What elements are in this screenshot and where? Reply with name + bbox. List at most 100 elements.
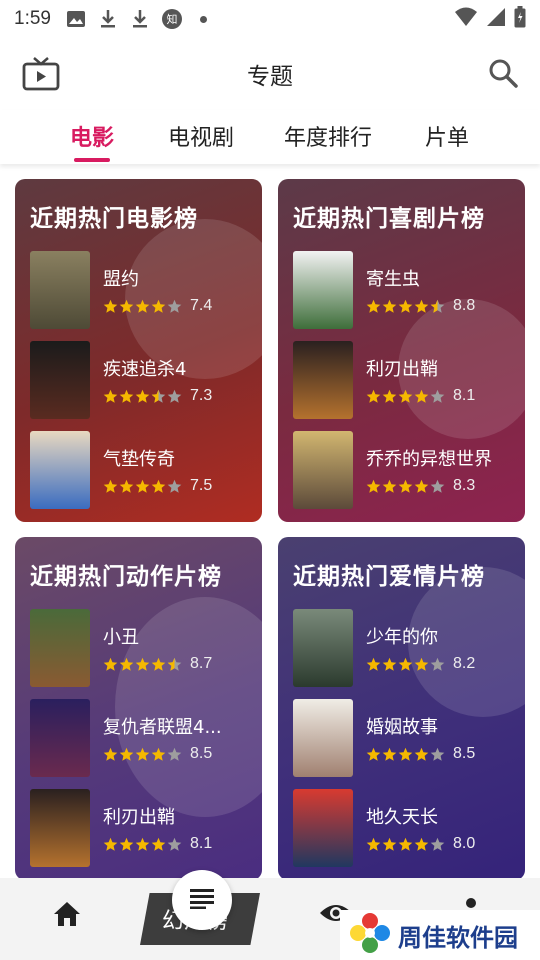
ranking-list-item[interactable]: 寄生虫 8.8: [293, 251, 518, 329]
movie-title: 少年的你: [366, 627, 438, 648]
movie-rating: 7.4: [103, 297, 212, 315]
download-icon: [129, 8, 151, 30]
movie-title: 利刃出鞘: [366, 359, 438, 380]
rating-score: 8.8: [453, 297, 476, 314]
movie-poster-image[interactable]: [30, 431, 90, 509]
star-rating-icons: [366, 657, 445, 672]
ranking-card-comedy[interactable]: 近期热门喜剧片榜 寄生虫 8.8 利刃出鞘 8.1 乔乔的异想世界 8.3: [278, 179, 525, 522]
movie-poster-image[interactable]: [293, 789, 353, 867]
movie-title: 疾速追杀4: [103, 359, 187, 380]
list-fab-button[interactable]: [172, 870, 232, 930]
rating-score: 7.4: [190, 297, 213, 314]
ranking-card-recent-movies[interactable]: 近期热门电影榜 盟约 7.4 疾速追杀4 7.3 气垫传奇 7.5: [15, 179, 262, 522]
download-icon: [97, 8, 119, 30]
signal-icon: [486, 7, 506, 32]
card-title: 近期热门电影榜: [30, 206, 198, 232]
ranking-list-item[interactable]: 乔乔的异想世界 8.3: [293, 431, 518, 509]
ranking-list-item[interactable]: 利刃出鞘 8.1: [30, 789, 255, 867]
movie-title: 乔乔的异想世界: [366, 449, 492, 470]
movie-rating: 7.3: [103, 387, 212, 405]
movie-poster-image[interactable]: [293, 699, 353, 777]
movie-rating: 8.0: [366, 835, 475, 853]
movie-poster-image[interactable]: [30, 699, 90, 777]
category-tabs: 电影 电视剧 年度排行 片单: [0, 110, 540, 164]
movie-title: 盟约: [103, 269, 139, 290]
star-rating-icons: [103, 837, 182, 852]
tab-movie[interactable]: 电影: [70, 120, 114, 162]
star-rating-icons: [103, 479, 182, 494]
rating-score: 8.5: [453, 745, 476, 762]
rating-score: 8.0: [453, 835, 476, 852]
movie-rating: 8.3: [366, 477, 475, 495]
movie-rating: 8.1: [103, 835, 212, 853]
rating-score: 8.5: [190, 745, 213, 762]
ranking-list-item[interactable]: 气垫传奇 7.5: [30, 431, 255, 509]
movie-title: 地久天长: [366, 807, 438, 828]
ranking-list-item[interactable]: 小丑 8.7: [30, 609, 255, 687]
movie-title: 小丑: [103, 627, 139, 648]
watermark-text: 周佳软件园: [398, 923, 518, 952]
rating-score: 8.1: [453, 387, 476, 404]
movie-poster-image[interactable]: [30, 251, 90, 329]
star-rating-icons: [103, 299, 182, 314]
ranking-list-item[interactable]: 婚姻故事 8.5: [293, 699, 518, 777]
movie-poster-image[interactable]: [293, 609, 353, 687]
star-rating-icons: [103, 389, 182, 404]
rating-score: 8.3: [453, 477, 476, 494]
star-rating-icons: [366, 479, 445, 494]
wifi-icon: [454, 7, 478, 32]
movie-poster-image[interactable]: [30, 341, 90, 419]
ranking-list-item[interactable]: 复仇者联盟4... 8.5: [30, 699, 255, 777]
movie-rating: 8.5: [366, 745, 475, 763]
tab-playlist[interactable]: 片单: [425, 120, 469, 152]
rating-score: 7.5: [190, 477, 213, 494]
movie-rating: 8.8: [366, 297, 475, 315]
movie-title: 寄生虫: [366, 269, 420, 290]
movie-poster-image[interactable]: [30, 609, 90, 687]
movie-poster-image[interactable]: [293, 431, 353, 509]
movie-rating: 8.1: [366, 387, 475, 405]
ranking-list-item[interactable]: 地久天长 8.0: [293, 789, 518, 867]
star-rating-icons: [366, 837, 445, 852]
card-title: 近期热门动作片榜: [30, 564, 222, 590]
movie-poster-image[interactable]: [30, 789, 90, 867]
ranking-list-item[interactable]: 盟约 7.4: [30, 251, 255, 329]
star-rating-icons: [103, 747, 182, 762]
home-icon[interactable]: [52, 900, 82, 928]
status-bar: 1:59 知: [0, 0, 540, 38]
card-title: 近期热门爱情片榜: [293, 564, 485, 590]
image-icon: [65, 8, 87, 30]
zhihu-icon: 知: [161, 8, 183, 30]
battery-icon: [514, 5, 526, 33]
movie-rating: 8.7: [103, 655, 212, 673]
ranking-list-item[interactable]: 少年的你 8.2: [293, 609, 518, 687]
movie-title: 婚姻故事: [366, 717, 438, 738]
tv-icon[interactable]: [22, 56, 60, 92]
list-icon: [189, 887, 215, 913]
movie-poster-image[interactable]: [293, 251, 353, 329]
page-title: 专题: [247, 64, 293, 90]
movie-rating: 7.5: [103, 477, 212, 495]
rating-score: 8.1: [190, 835, 213, 852]
search-icon[interactable]: [488, 58, 518, 88]
rating-score: 8.2: [453, 655, 476, 672]
app-header: 专题: [0, 38, 540, 110]
tab-annual-ranking[interactable]: 年度排行: [284, 120, 372, 152]
movie-title: 利刃出鞘: [103, 807, 175, 828]
star-rating-icons: [366, 747, 445, 762]
movie-rating: 8.5: [103, 745, 212, 763]
ranking-card-romance[interactable]: 近期热门爱情片榜 少年的你 8.2 婚姻故事 8.5 地久天长 8.0: [278, 537, 525, 880]
profile-icon[interactable]: [466, 898, 476, 908]
movie-title: 复仇者联盟4...: [103, 717, 222, 738]
ranking-card-action[interactable]: 近期热门动作片榜 小丑 8.7 复仇者联盟4... 8.5 利刃出鞘 8.1: [15, 537, 262, 880]
rating-score: 7.3: [190, 387, 213, 404]
movie-title: 气垫传奇: [103, 449, 175, 470]
movie-poster-image[interactable]: [293, 341, 353, 419]
dot-icon: [193, 8, 215, 30]
card-title: 近期热门喜剧片榜: [293, 206, 485, 232]
status-time: 1:59: [14, 8, 51, 29]
tab-tv-series[interactable]: 电视剧: [168, 120, 234, 152]
ranking-list-item[interactable]: 疾速追杀4 7.3: [30, 341, 255, 419]
ranking-list-item[interactable]: 利刃出鞘 8.1: [293, 341, 518, 419]
star-rating-icons: [366, 389, 445, 404]
